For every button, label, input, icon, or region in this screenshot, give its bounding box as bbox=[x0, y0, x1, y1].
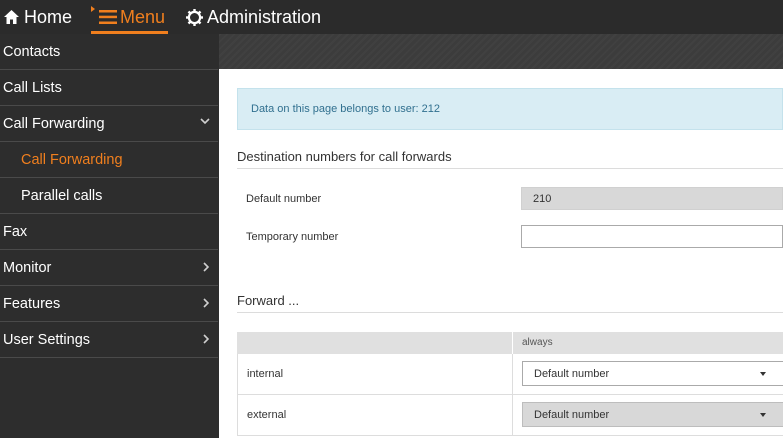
sidebar-item-label: Call Forwarding bbox=[3, 115, 105, 132]
table-row: external Default number bbox=[237, 395, 783, 436]
chevron-right-icon bbox=[203, 298, 210, 308]
section-title-forward: Forward ... bbox=[237, 293, 783, 313]
sidebar-item-parallel-calls[interactable]: Parallel calls bbox=[0, 178, 218, 214]
chevron-right-icon bbox=[203, 262, 210, 272]
sidebar-item-label: Parallel calls bbox=[21, 187, 103, 204]
sidebar-item-label: Contacts bbox=[3, 43, 61, 60]
external-always-select[interactable]: Default number bbox=[522, 402, 783, 427]
chevron-right-icon bbox=[203, 334, 210, 344]
nav-menu[interactable]: Menu bbox=[91, 0, 168, 34]
info-alert: Data on this page belongs to user: 212 bbox=[237, 88, 783, 130]
chevron-down-icon bbox=[200, 118, 210, 125]
row-label-external: external bbox=[247, 409, 287, 421]
nav-home[interactable]: Home bbox=[3, 0, 72, 34]
caret-down-icon bbox=[760, 413, 766, 417]
nav-menu-label: Menu bbox=[120, 6, 166, 27]
info-alert-text: Data on this page belongs to user: 212 bbox=[251, 103, 440, 115]
top-navigation-bar: Home Menu Administration bbox=[0, 0, 783, 34]
sidebar-item-call-lists[interactable]: Call Lists bbox=[0, 70, 218, 106]
sidebar-item-contacts[interactable]: Contacts bbox=[0, 34, 218, 70]
nav-home-label: Home bbox=[24, 6, 73, 27]
cell-divider bbox=[512, 354, 513, 394]
sidebar-item-label: Features bbox=[3, 295, 61, 312]
section-title-destination: Destination numbers for call forwards bbox=[237, 149, 783, 169]
internal-always-select[interactable]: Default number bbox=[522, 361, 783, 386]
sidebar-item-label: Fax bbox=[3, 223, 28, 240]
table-row: internal Default number bbox=[237, 354, 783, 395]
sidebar-item-label: Call Forwarding bbox=[21, 151, 123, 168]
sidebar-item-fax[interactable]: Fax bbox=[0, 214, 218, 250]
select-value: Default number bbox=[534, 367, 610, 380]
sidebar-item-call-forwarding[interactable]: Call Forwarding bbox=[0, 142, 218, 178]
default-number-value: 210 bbox=[533, 192, 552, 205]
active-caret-icon bbox=[91, 6, 95, 12]
table-header-row: always bbox=[237, 332, 783, 354]
nav-administration[interactable]: Administration bbox=[186, 0, 321, 34]
table-header-divider bbox=[512, 332, 513, 354]
sidebar: Contacts Call Lists Call Forwarding Call… bbox=[0, 34, 219, 438]
sidebar-item-label: Monitor bbox=[3, 259, 52, 276]
sidebar-item-monitor[interactable]: Monitor bbox=[0, 250, 218, 286]
default-number-field: 210 bbox=[521, 187, 783, 210]
temporary-number-label: Temporary number bbox=[246, 231, 339, 243]
main-content: Data on this page belongs to user: 212 D… bbox=[219, 34, 783, 438]
caret-down-icon bbox=[760, 372, 766, 376]
row-label-internal: internal bbox=[247, 368, 284, 380]
sidebar-item-label: Call Lists bbox=[3, 79, 62, 96]
sidebar-item-features[interactable]: Features bbox=[0, 286, 218, 322]
default-number-label: Default number bbox=[246, 193, 322, 205]
home-icon bbox=[4, 10, 19, 24]
nav-administration-label: Administration bbox=[207, 6, 322, 27]
page-header-band bbox=[219, 34, 783, 69]
temporary-number-input[interactable] bbox=[521, 225, 783, 248]
sidebar-item-label: User Settings bbox=[3, 331, 91, 348]
cell-divider bbox=[512, 395, 513, 435]
sidebar-item-call-forwarding-group[interactable]: Call Forwarding bbox=[0, 106, 218, 142]
gear-icon bbox=[186, 8, 203, 26]
sidebar-item-user-settings[interactable]: User Settings bbox=[0, 322, 218, 358]
select-value: Default number bbox=[534, 408, 610, 421]
column-header-always: always bbox=[522, 337, 553, 348]
hamburger-icon bbox=[99, 10, 117, 24]
